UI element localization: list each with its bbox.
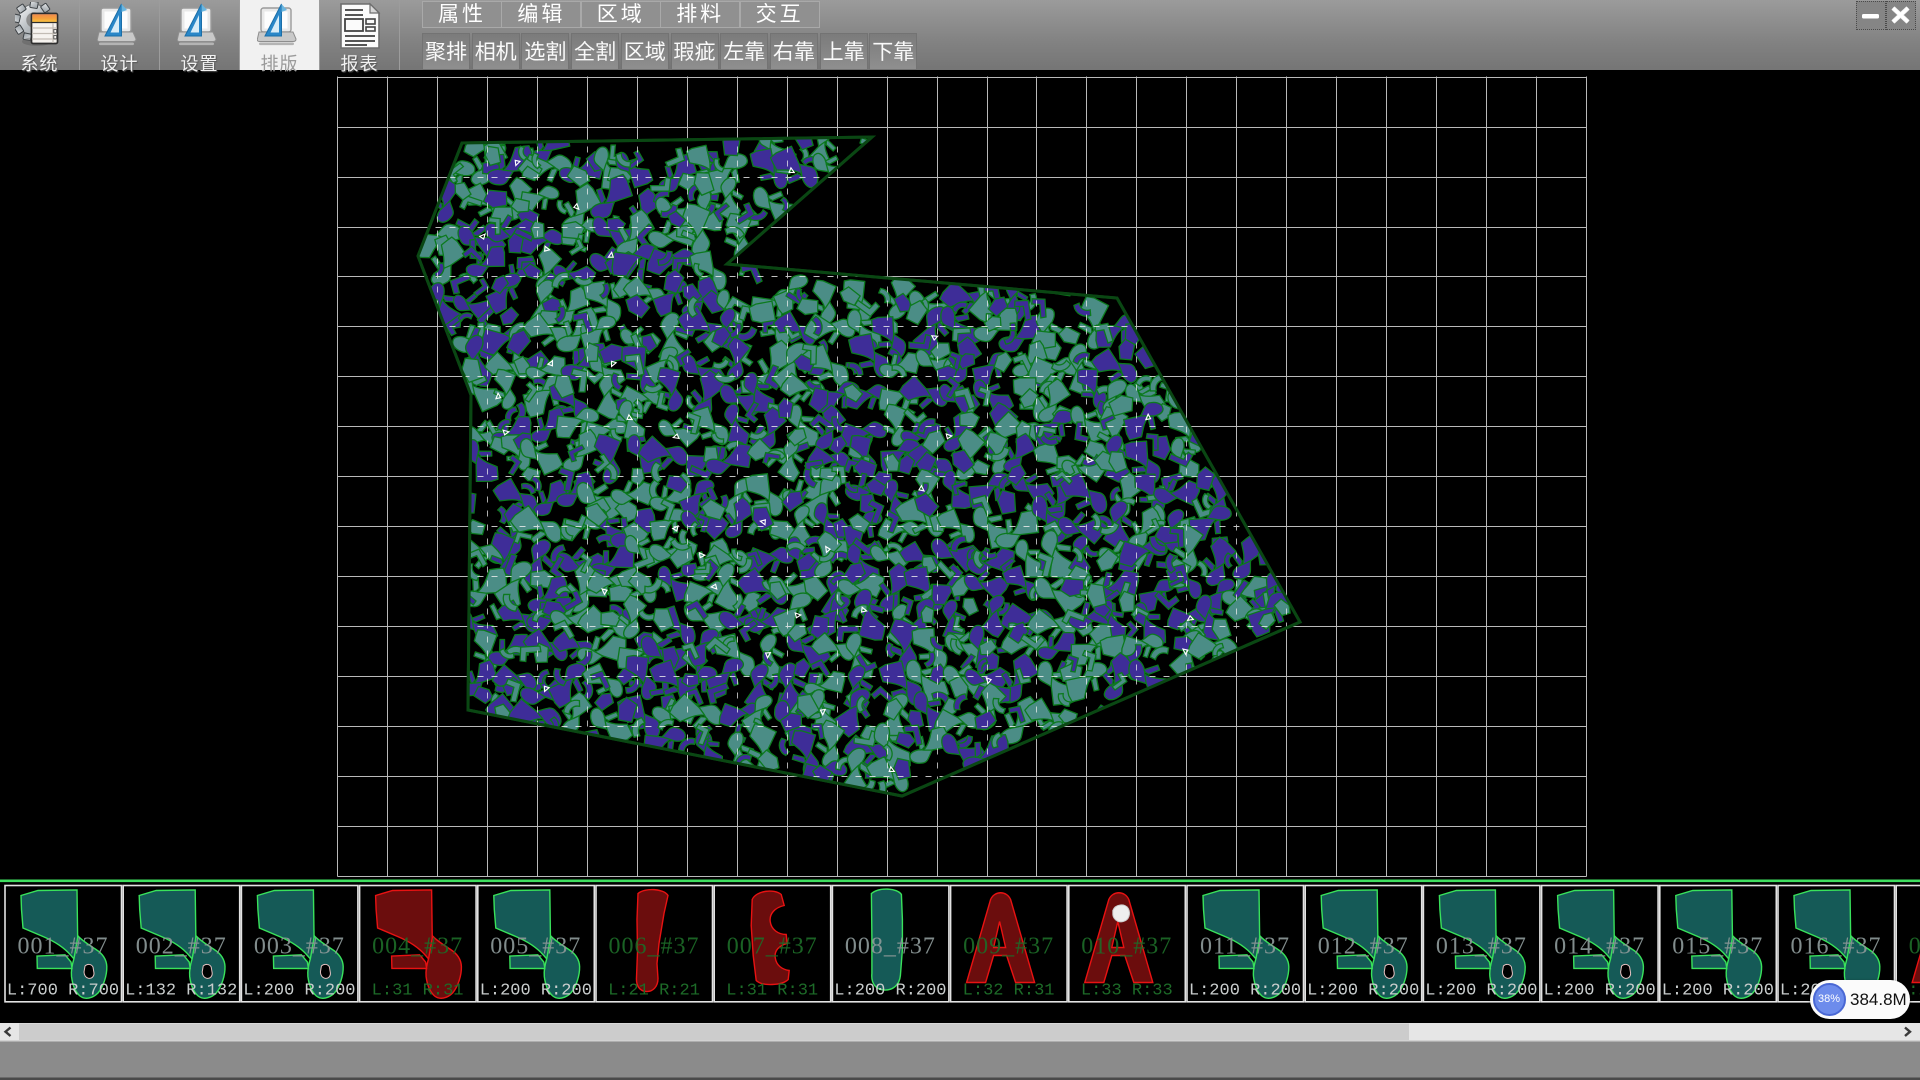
- svg-text:L:200 R:200: L:200 R:200: [834, 982, 946, 1001]
- svg-text:L:700 R:700: L:700 R:700: [7, 982, 119, 1001]
- svg-text:009_#37: 009_#37: [963, 934, 1054, 960]
- svg-text:008_#37: 008_#37: [845, 934, 936, 960]
- svg-text:L:31 R:31: L:31 R:31: [372, 982, 464, 1001]
- svg-text:L:200 R:200: L:200 R:200: [1662, 982, 1774, 1001]
- svg-text:006_#37: 006_#37: [609, 934, 700, 960]
- svg-text:013_#37: 013_#37: [1436, 934, 1527, 960]
- svg-text:010_#37: 010_#37: [1081, 934, 1172, 960]
- svg-text:007_#37: 007_#37: [727, 934, 818, 960]
- svg-text:L:132 R:132: L:132 R:132: [125, 982, 237, 1001]
- svg-text:L:21 R:21: L:21 R:21: [608, 982, 700, 1001]
- svg-text:L:33 R:33: L:33 R:33: [1081, 982, 1173, 1001]
- svg-text:017_#37: 017_#37: [1909, 934, 1920, 960]
- svg-text:012_#37: 012_#37: [1318, 934, 1409, 960]
- svg-text:L:200 R:200: L:200 R:200: [1307, 982, 1419, 1001]
- svg-text:011_#37: 011_#37: [1200, 934, 1290, 960]
- svg-text:002_#37: 002_#37: [136, 934, 227, 960]
- svg-text:L:200 R:200: L:200 R:200: [1543, 982, 1655, 1001]
- svg-text:005_#37: 005_#37: [490, 934, 581, 960]
- svg-text:L:200 R:200: L:200 R:200: [1189, 982, 1301, 1001]
- svg-text:004_#37: 004_#37: [372, 934, 463, 960]
- svg-text:003_#37: 003_#37: [254, 934, 345, 960]
- svg-text:L:200 R:200: L:200 R:200: [1425, 982, 1537, 1001]
- svg-text:L:200 R:200: L:200 R:200: [243, 982, 355, 1001]
- svg-text:L:32 R:31: L:32 R:31: [963, 982, 1055, 1001]
- svg-text:001_#37: 001_#37: [18, 934, 109, 960]
- svg-text:016_#37: 016_#37: [1791, 934, 1882, 960]
- svg-text:014_#37: 014_#37: [1554, 934, 1645, 960]
- svg-text:015_#37: 015_#37: [1672, 934, 1763, 960]
- svg-text:L:200 R:200: L:200 R:200: [480, 982, 592, 1001]
- svg-text:L:31 R:31: L:31 R:31: [726, 982, 818, 1001]
